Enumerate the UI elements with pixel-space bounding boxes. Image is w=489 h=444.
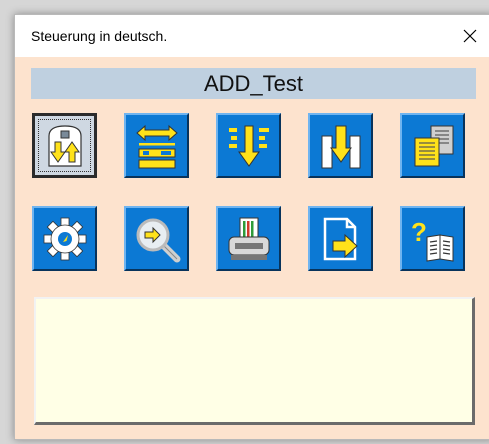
documents-icon: [414, 125, 453, 166]
search-icon: [136, 218, 180, 262]
close-button[interactable]: [447, 15, 489, 57]
svg-text:?: ?: [411, 217, 427, 247]
insert-down-button[interactable]: [308, 113, 373, 178]
documents-button[interactable]: [400, 113, 465, 178]
title-bar: Steuerung in deutsch.: [15, 15, 489, 57]
print-icon: [228, 217, 269, 260]
search-button[interactable]: [124, 206, 189, 271]
window-title: Steuerung in deutsch.: [31, 28, 168, 44]
settings-gear-icon: [43, 217, 86, 260]
exchange-button[interactable]: [32, 113, 97, 178]
export-document-icon: [323, 217, 358, 260]
sort-down-icon: [228, 125, 269, 167]
insert-down-icon: [321, 125, 360, 168]
help-book-icon: ?: [411, 217, 453, 262]
help-button[interactable]: ?: [400, 206, 465, 271]
transfer-list-icon: [135, 124, 178, 168]
transfer-list-button[interactable]: [124, 113, 189, 178]
dialog-window: Steuerung in deutsch. ADD_Test ?: [14, 14, 489, 440]
exchange-icon: [47, 124, 82, 167]
header-title: ADD_Test: [203, 70, 304, 96]
header-title-bar: ADD_Test: [31, 68, 476, 99]
close-icon: [463, 29, 477, 43]
settings-button[interactable]: [32, 206, 97, 271]
sort-down-button[interactable]: [216, 113, 281, 178]
message-area[interactable]: [34, 297, 475, 425]
print-button[interactable]: [216, 206, 281, 271]
export-document-button[interactable]: [308, 206, 373, 271]
